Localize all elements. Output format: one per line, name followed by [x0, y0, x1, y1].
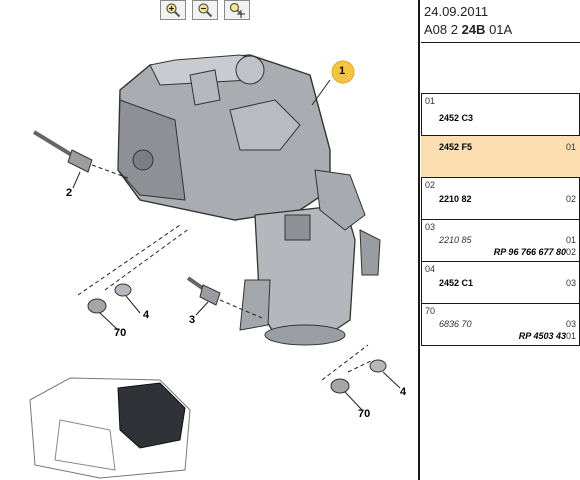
row-code: 70 [425, 306, 436, 316]
row-ref: 2452 C3 [439, 113, 474, 123]
table-row[interactable]: 70 6836 70 03 RP 4503 43 01 [421, 304, 580, 346]
table-row[interactable]: 04 2452 C1 03 [421, 262, 580, 304]
row-qty: 03 [565, 319, 576, 329]
row-ref: 2452 F5 [439, 142, 473, 152]
row-ref: 2452 C1 [439, 278, 474, 288]
ref-suffix: 01A [485, 22, 513, 37]
gearbox-thumbnail-illustration [29, 377, 191, 479]
callout-70-left[interactable]: 70 [114, 327, 126, 339]
header-box [421, 42, 580, 94]
row-qty: 02 [565, 194, 576, 204]
bolt-2-illustration [32, 130, 129, 179]
parts-list-panel: 24.09.2011 A08 2 24B 01A 01 2452 C3 2452… [421, 0, 580, 480]
row-code: 01 [425, 96, 436, 106]
gearbox-actuator-illustration [117, 54, 381, 346]
panel-divider [418, 0, 420, 480]
row-rp: RP 4503 43 [518, 331, 566, 341]
catalog-reference: A08 2 24B 01A [424, 22, 512, 37]
row-ref: 2210 85 [439, 235, 472, 245]
table-row-selected[interactable]: 2452 F5 01 [421, 136, 580, 178]
row-qty: 01 [565, 235, 576, 245]
row-qty2: 01 [565, 331, 576, 341]
row-qty: 03 [565, 278, 576, 288]
ref-prefix: A08 2 [424, 22, 462, 37]
callout-1[interactable]: 1 [339, 65, 345, 77]
table-row[interactable]: 02 2210 82 02 [421, 178, 580, 220]
row-code: 02 [425, 180, 436, 190]
callout-2[interactable]: 2 [66, 187, 72, 199]
callout-3[interactable]: 3 [189, 314, 195, 326]
table-row[interactable]: 01 2452 C3 [421, 94, 580, 136]
row-rp: RP 96 766 677 80 [493, 247, 566, 257]
parts-table: 01 2452 C3 2452 F5 01 02 2210 82 02 03 2… [421, 94, 580, 346]
parts-diagram[interactable]: 1 2 3 4 70 4 70 [0, 0, 418, 480]
table-row[interactable]: 03 2210 85 01 RP 96 766 677 80 02 [421, 220, 580, 262]
callout-4-left[interactable]: 4 [143, 309, 149, 321]
row-ref: 6836 70 [439, 319, 472, 329]
ref-bold: 24B [461, 22, 486, 37]
row-qty: 01 [565, 142, 576, 152]
row-code: 04 [425, 264, 436, 274]
row-ref: 2210 82 [439, 194, 472, 204]
callout-70-right[interactable]: 70 [358, 408, 370, 420]
catalog-date: 24.09.2011 [424, 4, 489, 19]
row-code: 03 [425, 222, 436, 232]
row-qty2: 02 [565, 247, 576, 257]
callout-4-right[interactable]: 4 [400, 386, 406, 398]
exploded-view-drawing [29, 54, 401, 479]
